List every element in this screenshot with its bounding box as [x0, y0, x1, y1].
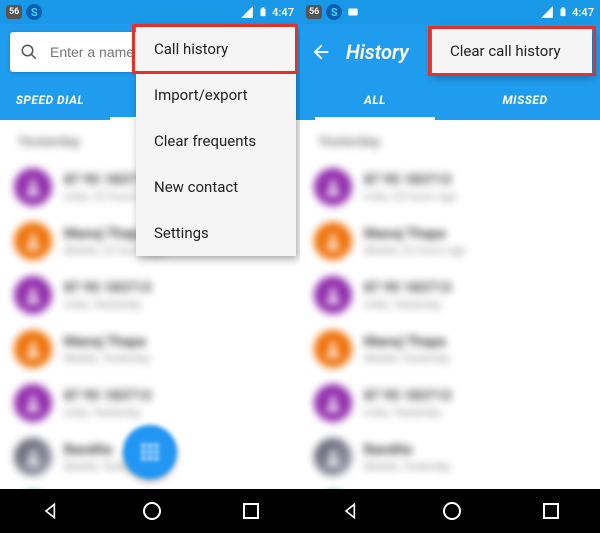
avatar-icon — [314, 384, 352, 422]
call-row-subtitle: India, Yesterday — [64, 406, 151, 419]
nav-home-icon[interactable] — [143, 502, 161, 520]
clock-text: 4:47 — [572, 6, 594, 19]
call-row-subtitle: India, Yesterday — [64, 298, 151, 311]
call-row-title: 87 95 183713 — [364, 172, 457, 188]
call-row[interactable]: Manoj Thapa Mobile, Yesterday — [314, 322, 586, 376]
avatar-icon — [314, 222, 352, 260]
tab-all[interactable]: ALL — [300, 80, 450, 120]
call-row-title: 87 95 183713 — [64, 280, 151, 296]
call-row-title: Manoj Thapa — [64, 334, 150, 350]
screenshot-icon — [346, 5, 360, 19]
menu-call-history[interactable]: Call history — [136, 26, 296, 72]
call-row[interactable]: 87 95 183713 India, 22 hours ago — [314, 160, 586, 214]
nav-recent-icon[interactable] — [543, 503, 559, 519]
dialpad-icon — [137, 439, 163, 465]
call-row[interactable]: Bandita Mobile, Yesterday — [314, 430, 586, 484]
clock-text: 4:47 — [272, 6, 294, 19]
call-row[interactable]: 87 95 183713 India, Yesterday — [314, 376, 586, 430]
call-row-subtitle: India, Yesterday — [364, 298, 451, 311]
back-arrow-icon[interactable] — [310, 41, 332, 63]
section-label: Yesterday — [318, 134, 582, 150]
call-row-title: Manoj Thapa — [364, 334, 450, 350]
nav-back-icon[interactable] — [41, 501, 61, 521]
battery-icon — [258, 5, 268, 19]
page-title: History — [346, 40, 409, 64]
avatar-icon — [14, 222, 52, 260]
call-row[interactable]: 87 95 183713 India, Yesterday — [314, 268, 586, 322]
call-row[interactable]: 87 95 183713 India, Yesterday — [14, 376, 286, 430]
call-row-subtitle: Mobile, Yesterday — [364, 460, 450, 473]
call-list: Yesterday 87 95 183713 India, 22 hours ag… — [300, 120, 600, 485]
nav-back-icon[interactable] — [341, 501, 361, 521]
call-row-subtitle: India, 22 hours ago — [364, 190, 457, 203]
avatar-icon — [14, 330, 52, 368]
call-row-title: 87 95 183713 — [364, 388, 451, 404]
call-row-subtitle: Mobile, Yesterday — [364, 352, 450, 365]
call-row[interactable]: Manoj Thapa Mobile, 22 hours ago — [314, 214, 586, 268]
app-s-icon: S — [326, 4, 342, 20]
call-row-title: 87 95 183713 — [64, 388, 151, 404]
search-icon — [20, 43, 38, 61]
tab-missed[interactable]: MISSED — [450, 80, 600, 120]
call-row[interactable]: Manoj Thapa Mobile, Yesterday — [14, 322, 286, 376]
status-bar: 56 S 4:47 — [300, 0, 600, 24]
menu-clear-call-history[interactable]: Clear call history — [432, 28, 592, 74]
avatar-icon — [14, 168, 52, 206]
menu-settings[interactable]: Settings — [136, 210, 296, 256]
tabs-bar: ALL MISSED — [300, 80, 600, 120]
dialpad-fab[interactable] — [123, 425, 177, 479]
avatar-icon — [14, 438, 52, 476]
call-row[interactable]: 87 95 183713 India, Yesterday — [14, 268, 286, 322]
nav-bar — [300, 489, 600, 533]
avatar-icon — [14, 384, 52, 422]
call-row-subtitle: India, Yesterday — [364, 406, 451, 419]
phone-right: 56 S 4:47 History ALL MISSED Yesterday 8… — [300, 0, 600, 533]
menu-new-contact[interactable]: New contact — [136, 164, 296, 210]
call-row-title: 87 95 183713 — [364, 280, 451, 296]
avatar-icon — [314, 438, 352, 476]
notification-badge: 56 — [306, 5, 322, 19]
menu-import-export[interactable]: Import/export — [136, 72, 296, 118]
app-s-icon: S — [26, 4, 42, 20]
signal-icon — [540, 5, 554, 19]
nav-recent-icon[interactable] — [243, 503, 259, 519]
overflow-menu: Call history Import/export Clear frequen… — [136, 26, 296, 256]
status-bar: 56 S 4:47 — [0, 0, 300, 24]
avatar-icon — [314, 168, 352, 206]
avatar-icon — [314, 276, 352, 314]
tab-speed-dial[interactable]: SPEED DIAL — [0, 80, 100, 120]
signal-icon — [240, 5, 254, 19]
nav-home-icon[interactable] — [443, 502, 461, 520]
call-row-title: Manoj Thapa — [364, 226, 466, 242]
call-row-subtitle: Mobile, 22 hours ago — [364, 244, 466, 257]
battery-icon — [558, 5, 568, 19]
nav-bar — [0, 489, 300, 533]
avatar-icon — [314, 330, 352, 368]
call-row-subtitle: Mobile, Yesterday — [64, 352, 150, 365]
notification-badge: 56 — [6, 5, 22, 19]
overflow-menu: Clear call history — [432, 28, 592, 74]
menu-clear-frequents[interactable]: Clear frequents — [136, 118, 296, 164]
phone-left: 56 S 4:47 SPEED DIAL R Yesterday 87 95 1… — [0, 0, 300, 533]
avatar-icon — [14, 276, 52, 314]
call-row-title: Bandita — [364, 442, 450, 458]
